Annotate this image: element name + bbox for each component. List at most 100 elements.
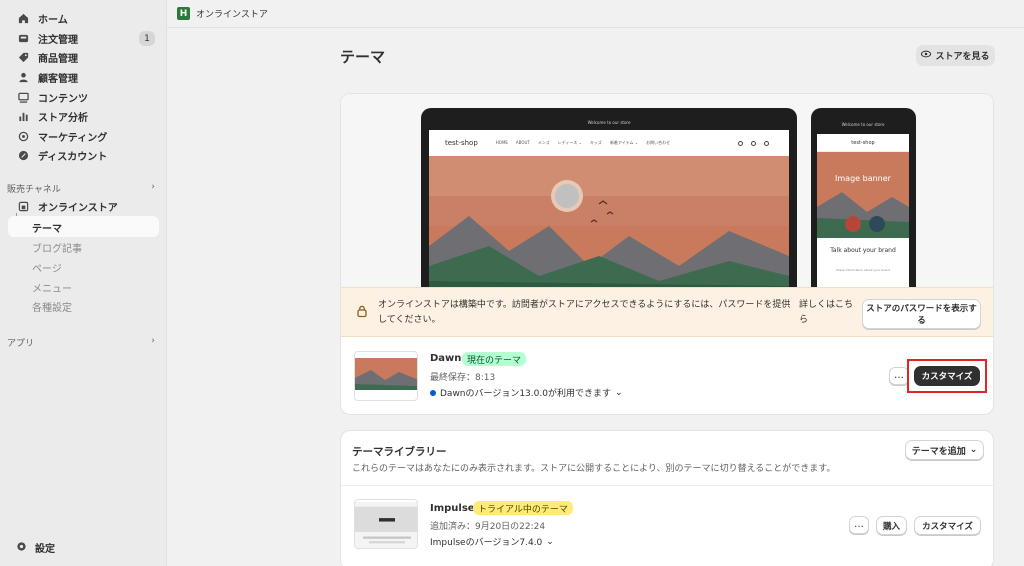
nav-home[interactable]: ホーム: [8, 9, 159, 28]
chevron-down-icon: ⌄: [969, 445, 978, 455]
sub-item-pages[interactable]: ページ: [32, 260, 62, 275]
add-theme-label: テーマを追加: [911, 446, 966, 457]
trial-theme-badge: トライアル中のテーマ: [473, 501, 573, 515]
nav-settings-label: 設定: [35, 544, 55, 555]
theme-library-card: テーマライブラリー これらのテーマはあなたにのみ表示されます。ストアに公開するこ…: [340, 430, 994, 566]
nav-marketing[interactable]: マーケティング: [8, 127, 159, 146]
person-icon: [16, 71, 30, 85]
sub-item-theme-label: テーマ: [32, 224, 62, 235]
orders-icon: [16, 32, 30, 46]
sales-channels-header[interactable]: 販売チャネル ›: [7, 182, 155, 195]
menu-item: メンズ: [537, 140, 550, 145]
menu-item: HOME: [495, 140, 508, 145]
mobile-preview: Welcome to our store test-shop Image ban…: [811, 108, 916, 287]
nav-orders[interactable]: 注文管理 1: [8, 29, 159, 48]
desktop-screen: test-shop HOME ABOUT メンズ レディース ⌄ キッズ 新着ア…: [429, 130, 789, 287]
nav-settings[interactable]: 設定: [16, 540, 55, 555]
gear-icon: [16, 541, 27, 555]
home-icon: [16, 12, 30, 26]
sub-item-theme[interactable]: テーマ: [8, 216, 159, 237]
search-icon: [738, 140, 743, 146]
lock-icon: [357, 305, 367, 318]
version-available-text: Dawnのバージョン13.0.0が利用できます: [440, 389, 611, 399]
theme-preview[interactable]: Welcome to our store test-shop HOME ABOU…: [341, 94, 993, 287]
nav-analytics-label: ストア分析: [38, 113, 88, 124]
view-store-button[interactable]: ストアを見る: [916, 45, 995, 66]
add-theme-button[interactable]: テーマを追加 ⌄: [905, 440, 984, 460]
buy-button[interactable]: 購入: [876, 516, 907, 535]
last-saved-text: 最終保存：8:13: [430, 373, 496, 383]
apps-label: アプリ: [7, 339, 35, 349]
nav-marketing-label: マーケティング: [38, 133, 108, 144]
theme-library-title: テーマライブラリー: [352, 446, 447, 458]
divider: [341, 485, 993, 486]
desktop-preview: Welcome to our store test-shop HOME ABOU…: [421, 108, 797, 287]
mobile-announcement: Welcome to our store: [841, 122, 885, 127]
menu-item: キッズ: [589, 140, 602, 145]
nav-discounts[interactable]: ディスカウント: [8, 146, 159, 165]
eye-icon: [921, 50, 932, 61]
sidebar: ホーム 注文管理 1 商品管理 顧客管理 コンテンツ ストア分析 マーケティング…: [0, 0, 167, 566]
theme-library-description: これらのテーマはあなたにのみ表示されます。ストアに公開することにより、別のテーマ…: [352, 464, 836, 474]
nav-discounts-label: ディスカウント: [38, 152, 108, 163]
current-theme-more-button[interactable]: …: [889, 367, 909, 385]
show-password-button[interactable]: ストアのパスワードを表示する: [862, 299, 981, 329]
current-theme-row: Dawn 現在のテーマ 最終保存：8:13 Dawnのバージョン13.0.0が利…: [341, 337, 993, 414]
menu-item: レディース ⌄: [557, 140, 582, 145]
nav-products-label: 商品管理: [38, 54, 78, 65]
impulse-version-link[interactable]: Impulseのバージョン7.4.0 ⌄: [430, 535, 554, 549]
impulse-theme-name: Impulse: [430, 503, 475, 514]
impulse-thumbnail[interactable]: [354, 499, 418, 549]
current-theme-badge: 現在のテーマ: [462, 352, 527, 366]
content-icon: [16, 91, 30, 105]
chevron-right-icon: ›: [151, 336, 155, 346]
chevron-down-icon: ⌄: [546, 536, 554, 547]
orders-count-badge: 1: [139, 31, 155, 46]
nav-customers[interactable]: 顧客管理: [8, 68, 159, 87]
mobile-banner-text: Image banner: [835, 174, 891, 183]
mobile-banner-illustration: [817, 152, 909, 238]
password-warning-banner: オンラインストアは構築中です。訪問者がストアにアクセスできるようにするには、パス…: [341, 287, 993, 337]
apps-header[interactable]: アプリ ›: [7, 336, 155, 349]
nav-analytics[interactable]: ストア分析: [8, 107, 159, 126]
nav-home-label: ホーム: [38, 15, 68, 26]
topbar: H オンラインストア: [167, 0, 1024, 28]
tag-icon: [16, 51, 30, 65]
dawn-thumbnail-image: [355, 358, 417, 390]
impulse-more-button[interactable]: …: [849, 516, 869, 534]
mobile-shop-name: test-shop: [817, 134, 909, 152]
menu-item: お問い合わせ: [646, 140, 671, 145]
nav-products[interactable]: 商品管理: [8, 48, 159, 67]
shop-name: test-shop: [445, 139, 478, 147]
menu-item: 新着アイテム ⌄: [609, 140, 639, 145]
menu-item: ABOUT: [515, 140, 530, 145]
store-icon: [16, 200, 30, 214]
account-icon: [751, 140, 756, 146]
current-theme-card: Welcome to our store test-shop HOME ABOU…: [340, 93, 994, 415]
impulse-customize-button[interactable]: カスタマイズ: [914, 516, 981, 535]
header-icons: [738, 140, 769, 146]
mobile-talk-heading: Talk about your brand: [830, 247, 896, 254]
version-available-link[interactable]: Dawnのバージョン13.0.0が利用できます ⌄: [430, 386, 623, 399]
nav-online-store[interactable]: オンラインストア: [8, 197, 159, 216]
dawn-thumbnail[interactable]: [354, 351, 418, 401]
impulse-thumbnail-image: [355, 502, 417, 548]
target-icon: [16, 130, 30, 144]
cart-icon: [764, 140, 769, 146]
learn-more-link[interactable]: 詳しくはこちら: [799, 298, 857, 328]
sub-item-blog[interactable]: ブログ記事: [32, 240, 82, 255]
chevron-right-icon: ›: [151, 182, 155, 192]
banner-illustration: [429, 156, 789, 287]
sub-item-menu[interactable]: メニュー: [32, 280, 72, 295]
highlight-box: [907, 359, 987, 393]
nav-content[interactable]: コンテンツ: [8, 88, 159, 107]
store-header: test-shop HOME ABOUT メンズ レディース ⌄ キッズ 新着ア…: [429, 130, 789, 156]
nav-online-store-label: オンラインストア: [38, 203, 118, 214]
impulse-version-text: Impulseのバージョン7.4.0: [430, 538, 543, 548]
view-store-label: ストアを見る: [935, 52, 990, 62]
breadcrumb-online-store[interactable]: オンラインストア: [196, 7, 268, 20]
sub-item-preferences[interactable]: 各種設定: [32, 299, 72, 314]
page-title: テーマ: [340, 48, 386, 66]
mobile-screen: test-shop Image banner Talk about your b…: [817, 134, 909, 287]
mobile-talk-text: Share information about your brand: [836, 268, 890, 272]
